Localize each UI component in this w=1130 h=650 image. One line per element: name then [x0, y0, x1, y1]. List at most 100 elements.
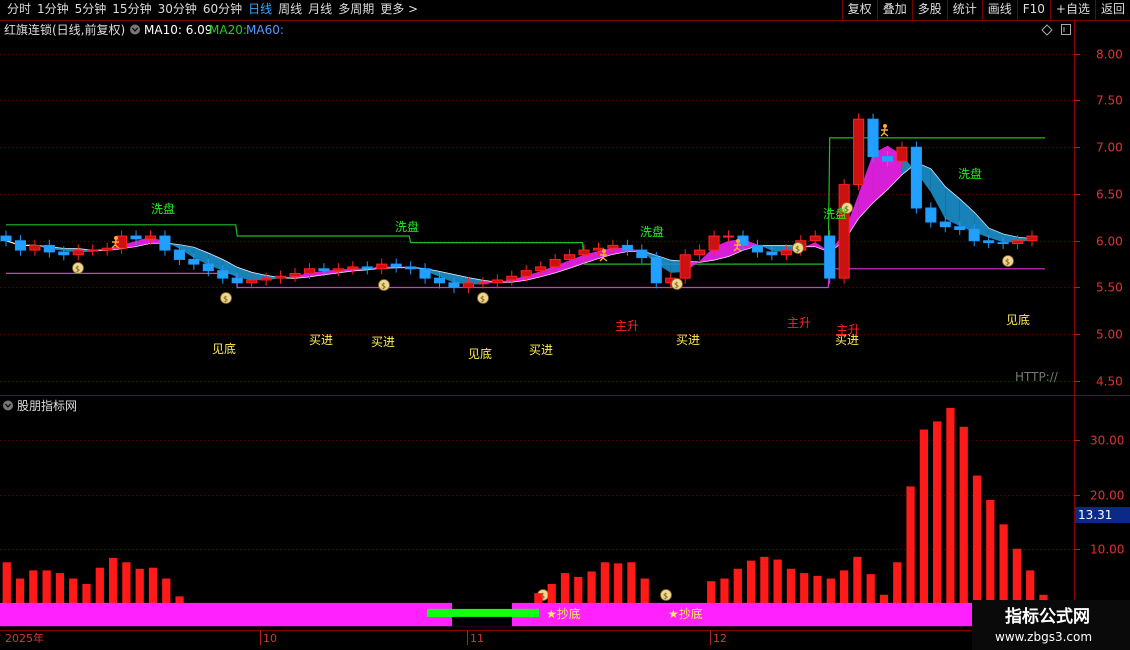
candle-body — [491, 279, 503, 284]
runner-icon — [880, 127, 889, 137]
candle-body — [43, 244, 55, 253]
signal-wash-1: 洗盘 — [151, 201, 175, 216]
runner-icon-head — [114, 236, 118, 240]
indicator-title: 股朋指标网 — [17, 398, 77, 413]
indicator-bar — [122, 562, 131, 605]
indicator-bar — [148, 567, 158, 605]
candle-body — [824, 235, 836, 279]
sub-tick-label: 20.00 — [1090, 489, 1124, 503]
signal-main-rise-3: 主升 — [836, 323, 860, 337]
indicator-bar — [933, 421, 942, 605]
candle-body — [419, 268, 431, 279]
candle-body — [679, 254, 691, 279]
indicator-bar — [707, 581, 716, 605]
indicator-bar — [627, 562, 636, 605]
y-tick-label: 7.50 — [1096, 94, 1123, 108]
indicator-bar — [986, 499, 995, 605]
candle-body — [318, 268, 330, 272]
money-bag-symbol: $ — [1005, 258, 1010, 267]
indicator-bar — [972, 475, 982, 605]
candle-body — [332, 268, 344, 272]
signal-bottom-fish-2: ★抄底 — [668, 606, 703, 621]
indicator-bar — [813, 575, 822, 605]
x-label-dec: 12 — [713, 632, 727, 645]
x-label-year: 2025年 — [5, 631, 44, 645]
sub-tick-label: 30.00 — [1090, 434, 1124, 448]
candle-body — [751, 244, 763, 253]
money-bag-symbol: $ — [674, 281, 679, 290]
candle-body — [390, 263, 402, 268]
candle-body — [578, 249, 590, 256]
signal-wash-5: 洗盘 — [958, 166, 982, 181]
candle-body — [621, 244, 633, 251]
runner-icon-head — [602, 249, 606, 253]
candle-body — [72, 249, 84, 256]
candle-body — [809, 235, 821, 242]
y-tick-label: 4.50 — [1096, 375, 1123, 389]
candle-body — [14, 240, 27, 251]
candle-body — [0, 235, 12, 242]
settings-icon[interactable] — [3, 400, 13, 411]
window-box-icon[interactable] — [1061, 24, 1071, 35]
indicator-bar — [1012, 548, 1022, 605]
ma20-label: MA20: — [209, 23, 247, 37]
indicator-bar — [2, 562, 11, 605]
indicator-bar — [15, 578, 25, 605]
candle-body — [592, 247, 605, 251]
branding-url: www.zbgs3.com — [995, 630, 1092, 644]
price-axis-ticks: 4.50 5.00 5.50 6.00 6.50 7.00 7.50 8.00 — [1074, 48, 1123, 389]
candle-body — [361, 266, 373, 270]
indicator-bar — [840, 570, 849, 605]
candle-body — [650, 257, 662, 284]
candle-body — [780, 249, 792, 256]
candle-body — [260, 277, 272, 281]
candle-body — [1011, 240, 1024, 245]
candle-body — [101, 247, 113, 251]
candle-body — [925, 207, 937, 223]
diamond-icon[interactable] — [1041, 24, 1053, 36]
candle-body — [29, 244, 41, 251]
candle-body — [910, 146, 922, 209]
candle-body — [564, 254, 576, 260]
indicator-bar — [29, 570, 38, 605]
runner-icon-head — [883, 124, 887, 128]
settings-icon[interactable] — [130, 24, 140, 35]
candle-body — [87, 249, 99, 252]
candle-body — [173, 249, 185, 260]
candle-body — [433, 277, 446, 284]
candle-body — [159, 235, 171, 251]
signal-buy-3: 买进 — [529, 343, 553, 357]
indicator-bar — [853, 556, 862, 605]
candle-body — [636, 249, 648, 259]
candle-body — [983, 240, 995, 244]
candle-body — [130, 235, 142, 240]
indicator-bar — [600, 562, 609, 605]
y-tick-label: 5.50 — [1096, 281, 1123, 295]
indicator-bar — [547, 583, 556, 605]
chart-canvas[interactable]: 4.50 5.00 5.50 6.00 6.50 7.00 7.50 8.00 $ $ $ $ $ $ $… — [0, 0, 1130, 650]
signal-buy-2: 买进 — [371, 335, 395, 349]
money-bag-symbol: $ — [223, 295, 228, 304]
indicator-bar — [906, 486, 915, 605]
candle-body — [448, 282, 460, 288]
ma10-label: MA10: 6.09 — [144, 23, 212, 37]
indicator-bar — [640, 578, 649, 605]
grid-lines — [0, 54, 1074, 382]
indicator-bar — [108, 557, 118, 605]
candle-body — [549, 258, 561, 268]
y-tick-label: 6.00 — [1096, 235, 1123, 249]
candle-body — [144, 235, 157, 240]
indicator-bar — [746, 560, 756, 605]
candle-body — [231, 277, 243, 284]
candle-body — [1026, 235, 1038, 242]
indicator-bar — [946, 407, 955, 605]
candle-body — [896, 146, 908, 162]
candle-body — [58, 251, 70, 256]
candle-body — [246, 279, 258, 284]
signal-wash-4: 洗盘 — [823, 206, 847, 221]
branding-badge: 指标公式网 www.zbgs3.com — [972, 600, 1130, 650]
signal-bottom-2: 见底 — [468, 346, 492, 361]
candle-body — [376, 263, 388, 270]
indicator-bar — [42, 570, 51, 605]
candle-body — [520, 270, 532, 277]
